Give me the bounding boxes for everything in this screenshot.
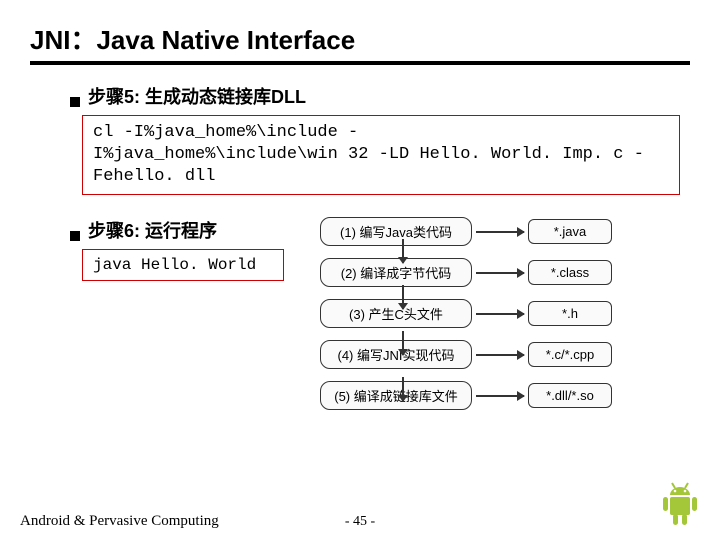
- diagram-step-box: (1) 编写Java类代码: [320, 217, 472, 246]
- right-arrow-icon: [476, 395, 524, 397]
- diagram-output-box: *.class: [528, 260, 612, 285]
- code-block-1: cl -I%java_home%\include - I%java_home%\…: [82, 115, 680, 195]
- diagram-row: (5) 编译成链接库文件 *.dll/*.so: [320, 381, 690, 410]
- code1-line2: I%java_home%\include\win 32 -LD Hello. W…: [93, 144, 669, 166]
- footer-left-text: Android & Pervasive Computing: [20, 513, 219, 530]
- page-title: JNI：Java Native Interface: [30, 20, 690, 57]
- right-arrow-icon: [476, 272, 524, 274]
- right-arrow-icon: [476, 354, 524, 356]
- step6-label: 步骤6: 运行程序: [88, 217, 217, 243]
- square-bullet-icon: [70, 97, 80, 107]
- diagram-row: (3) 产生C头文件 *.h: [320, 299, 690, 328]
- page-number: - 45 -: [345, 514, 375, 530]
- diagram-step-box: (3) 产生C头文件: [320, 299, 472, 328]
- down-arrow-icon: [402, 331, 404, 355]
- code-block-2: java Hello. World: [82, 249, 284, 281]
- android-logo-icon: [658, 479, 702, 534]
- step5-label: 步骤5: 生成动态链接库DLL: [88, 83, 306, 109]
- diagram-output-box: *.h: [528, 301, 612, 326]
- down-arrow-icon: [402, 377, 404, 401]
- diagram-row: (2) 编译成字节代码 *.class: [320, 258, 690, 287]
- title-rule: [30, 61, 690, 65]
- diagram-row: (4) 编写JNI实现代码 *.c/*.cpp: [320, 340, 690, 369]
- diagram-output-box: *.java: [528, 219, 612, 244]
- down-arrow-icon: [402, 239, 404, 263]
- right-arrow-icon: [476, 231, 524, 233]
- down-arrow-icon: [402, 285, 404, 309]
- diagram-row: (1) 编写Java类代码 *.java: [320, 217, 690, 246]
- diagram-output-box: *.c/*.cpp: [528, 342, 612, 367]
- step5-row: 步骤5: 生成动态链接库DLL: [70, 83, 690, 109]
- right-arrow-icon: [476, 313, 524, 315]
- diagram-output-box: *.dll/*.so: [528, 383, 612, 408]
- diagram-step-box: (4) 编写JNI实现代码: [320, 340, 472, 369]
- code1-line3: Fehello. dll: [93, 166, 669, 188]
- diagram-step-box: (5) 编译成链接库文件: [320, 381, 472, 410]
- square-bullet-icon: [70, 231, 80, 241]
- diagram-step-box: (2) 编译成字节代码: [320, 258, 472, 287]
- flow-diagram: (1) 编写Java类代码 *.java (2) 编译成字节代码 *.class…: [320, 217, 690, 422]
- footer: Android & Pervasive Computing - 45 -: [0, 513, 720, 530]
- step6-row: 步骤6: 运行程序: [70, 217, 320, 243]
- code1-line1: cl -I%java_home%\include -: [93, 122, 669, 144]
